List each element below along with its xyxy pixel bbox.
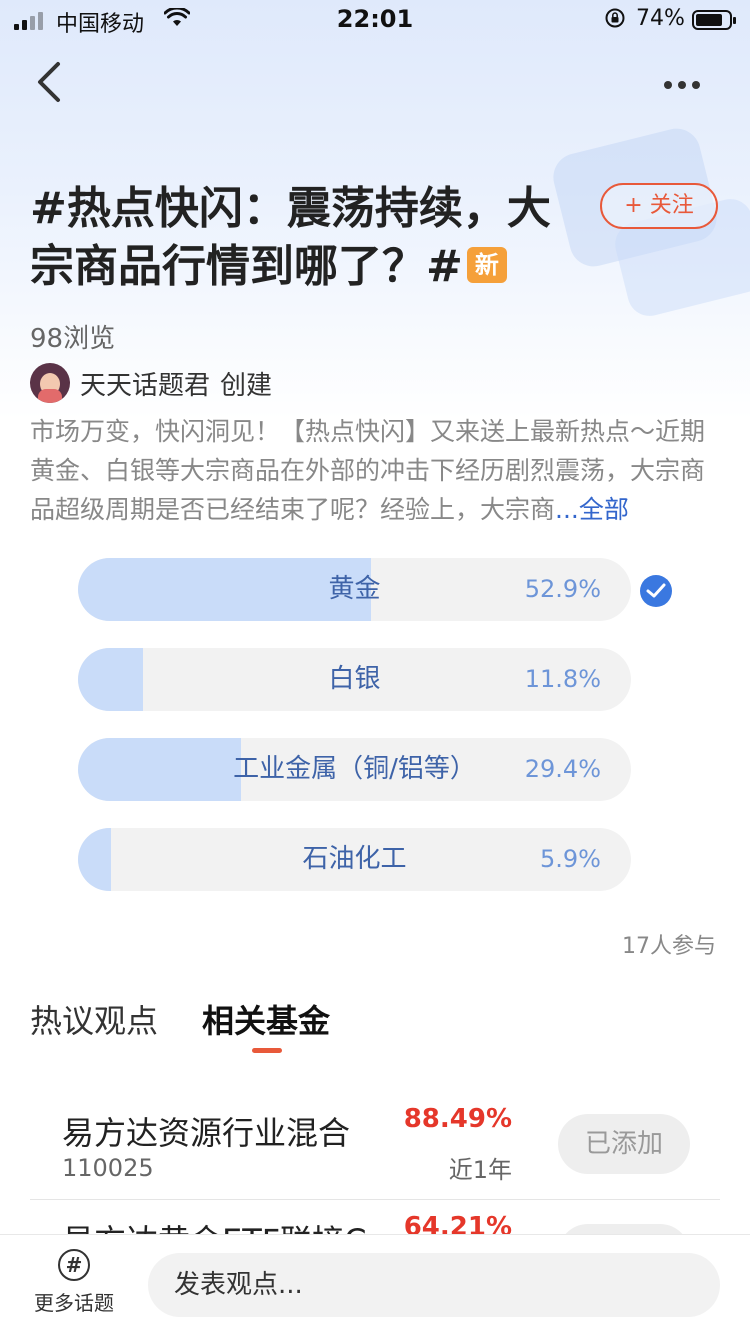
fund-code: 110025 [62, 1154, 154, 1182]
expand-description-link[interactable]: ...全部 [555, 495, 629, 524]
rotation-lock-icon [604, 7, 626, 34]
fund-return-period: 近1年 [448, 1156, 512, 1184]
tab-hot-opinions[interactable]: 热议观点 [30, 996, 158, 1042]
poll-option-percent: 11.8% [524, 665, 601, 693]
participant-count: 17人参与 [622, 934, 716, 959]
poll-option-percent: 29.4% [524, 755, 601, 783]
new-badge: 新 [466, 247, 507, 283]
back-button[interactable] [30, 60, 80, 110]
poll-option-gold[interactable]: 黄金 52.9% [78, 558, 631, 621]
status-bar: 中国移动 22:01 74% [0, 0, 750, 40]
more-dot-icon [678, 81, 686, 89]
chevron-left-icon [38, 62, 60, 102]
creator-name[interactable]: 天天话题君 [80, 365, 210, 402]
fund-return: 88.49% [403, 1104, 512, 1134]
battery-icon [692, 10, 736, 30]
topic-description: 市场万变，快闪洞见！【热点快闪】又来送上最新热点～近期黄金、白银等大宗商品在外部… [30, 412, 720, 529]
avatar[interactable] [30, 363, 70, 403]
hashtag-icon: # [58, 1249, 90, 1281]
more-options-button[interactable] [664, 70, 714, 100]
battery-percent: 74% [636, 6, 685, 31]
poll-option-silver[interactable]: 白银 11.8% [78, 648, 631, 711]
active-tab-indicator [252, 1048, 282, 1053]
more-dot-icon [664, 81, 672, 89]
creator-info[interactable]: 天天话题君 创建 [30, 362, 272, 404]
tab-related-funds[interactable]: 相关基金 [202, 996, 330, 1042]
follow-button[interactable]: + 关注 [600, 183, 718, 229]
creator-suffix: 创建 [220, 370, 273, 401]
poll-option-industrial-metals[interactable]: 工业金属（铜/铝等） 29.4% [78, 738, 631, 801]
poll-option-percent: 52.9% [524, 575, 601, 603]
selected-check-icon [640, 575, 672, 607]
row-divider [30, 1199, 720, 1200]
added-button[interactable]: 已添加 [558, 1114, 690, 1174]
more-dot-icon [692, 81, 700, 89]
topic-title: #热点快闪：震荡持续，大宗商品行情到哪了？# 新 [30, 180, 590, 296]
poll-option-percent: 5.9% [540, 845, 601, 873]
fund-name[interactable]: 易方达资源行业混合 [62, 1108, 350, 1154]
more-topics-label: 更多话题 [34, 1291, 114, 1315]
bottom-bar: # 更多话题 发表观点... [0, 1234, 750, 1335]
poll-option-petrochemical[interactable]: 石油化工 5.9% [78, 828, 631, 891]
comment-input[interactable]: 发表观点... [148, 1253, 720, 1317]
more-topics-button[interactable]: # 更多话题 [24, 1249, 124, 1316]
view-count: 98浏览 [30, 324, 116, 354]
